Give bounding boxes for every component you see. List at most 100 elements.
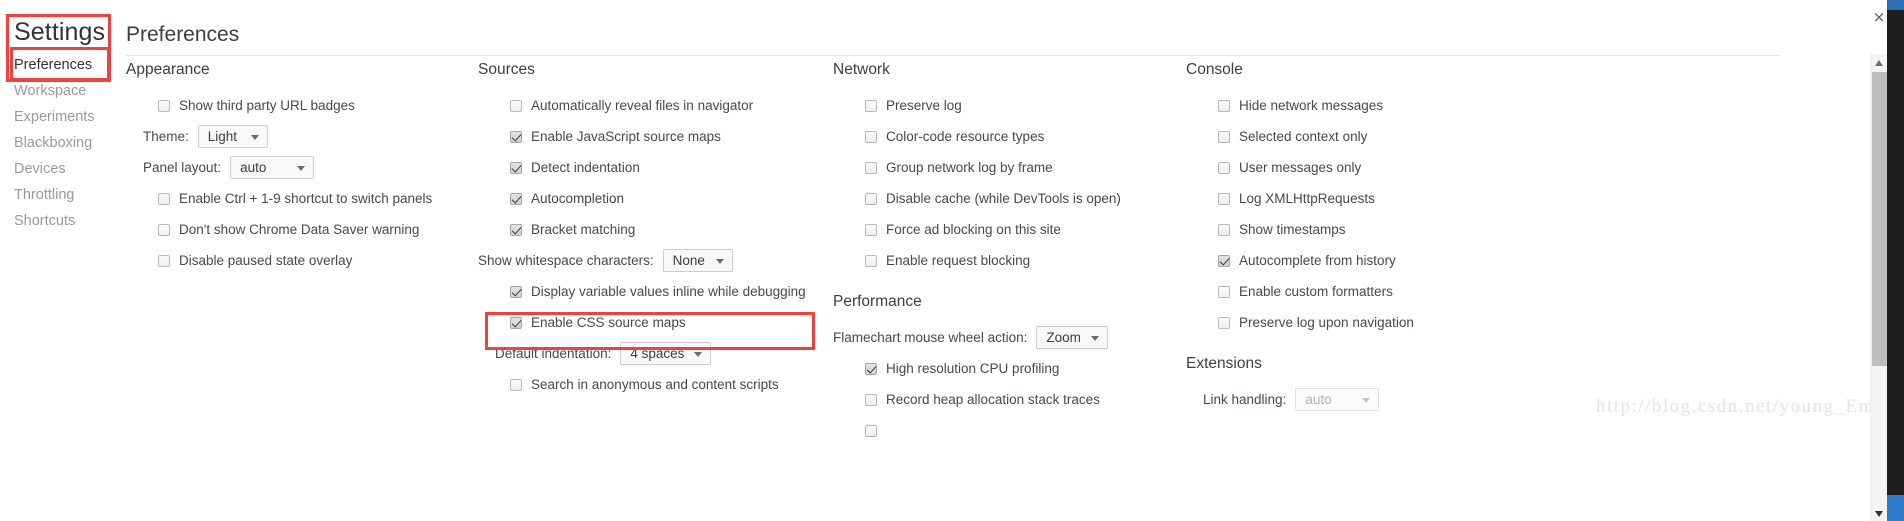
checkbox-detect-indentation[interactable]: [510, 161, 522, 174]
select-link-handling[interactable]: auto: [1295, 388, 1380, 411]
sidebar-item-shortcuts[interactable]: Shortcuts: [14, 208, 118, 234]
setting-search-anonymous-scripts[interactable]: Search in anonymous and content scripts: [478, 369, 828, 400]
checkbox-css-source-maps[interactable]: [510, 316, 522, 329]
checkbox-autocompletion[interactable]: [510, 192, 522, 205]
label-show-third-party-url-badges: Show third party URL badges: [179, 97, 355, 113]
label-flamechart-mouse-wheel-action: Flamechart mouse wheel action:: [833, 330, 1028, 345]
checkbox-disable-cache[interactable]: [865, 192, 877, 205]
setting-force-ad-blocking[interactable]: Force ad blocking on this site: [833, 214, 1178, 245]
sidebar-title: Settings: [14, 18, 106, 46]
setting-user-messages-only[interactable]: User messages only: [1186, 152, 1536, 183]
checkbox-partially-visible[interactable]: [865, 424, 877, 437]
checkbox-preserve-log-upon-navigation[interactable]: [1218, 316, 1230, 329]
setting-link-handling: Link handling: auto: [1186, 384, 1536, 415]
checkbox-show-third-party-url-badges[interactable]: [158, 99, 170, 112]
checkbox-auto-reveal-files[interactable]: [510, 99, 522, 112]
checkbox-disable-paused-state-overlay[interactable]: [158, 254, 170, 267]
preferences-content: Preferences Appearance Show third party …: [118, 0, 1904, 521]
checkbox-selected-context-only[interactable]: [1218, 130, 1230, 143]
checkbox-user-messages-only[interactable]: [1218, 161, 1230, 174]
label-disable-cache: Disable cache (while DevTools is open): [886, 190, 1121, 206]
checkbox-js-source-maps[interactable]: [510, 130, 522, 143]
section-network: Network Preserve log Color-code resource…: [833, 60, 1178, 446]
setting-partially-visible[interactable]: [833, 415, 1178, 446]
checkbox-log-xmlhttprequests[interactable]: [1218, 192, 1230, 205]
setting-dont-show-data-saver-warning[interactable]: Don't show Chrome Data Saver warning: [126, 214, 466, 245]
scroll-down-arrow-icon[interactable]: [1871, 504, 1888, 521]
section-title-performance: Performance: [833, 293, 922, 310]
checkbox-enable-custom-formatters[interactable]: [1218, 285, 1230, 298]
setting-high-resolution-cpu-profiling[interactable]: High resolution CPU profiling: [833, 353, 1178, 384]
checkbox-show-timestamps[interactable]: [1218, 223, 1230, 236]
setting-js-source-maps[interactable]: Enable JavaScript source maps: [478, 121, 828, 152]
checkbox-enable-request-blocking[interactable]: [865, 254, 877, 267]
scroll-up-arrow-icon[interactable]: [1871, 54, 1888, 71]
label-show-timestamps: Show timestamps: [1239, 221, 1346, 237]
setting-selected-context-only[interactable]: Selected context only: [1186, 121, 1536, 152]
section-appearance: Appearance Show third party URL badges T…: [126, 60, 466, 276]
checkbox-group-network-log-by-frame[interactable]: [865, 161, 877, 174]
checkbox-force-ad-blocking[interactable]: [865, 223, 877, 236]
setting-record-heap-allocation-stack-traces[interactable]: Record heap allocation stack traces: [833, 384, 1178, 415]
checkbox-display-inline-values[interactable]: [510, 285, 522, 298]
window-edge-accent-top: [1887, 0, 1904, 10]
setting-panel-layout: Panel layout: auto: [126, 152, 466, 183]
sidebar-item-devices[interactable]: Devices: [14, 156, 118, 182]
setting-autocompletion[interactable]: Autocompletion: [478, 183, 828, 214]
setting-show-third-party-url-badges[interactable]: Show third party URL badges: [126, 90, 466, 121]
setting-css-source-maps[interactable]: Enable CSS source maps: [478, 307, 828, 338]
setting-enable-request-blocking[interactable]: Enable request blocking: [833, 245, 1178, 276]
select-flamechart-mouse-wheel-action[interactable]: Zoom: [1036, 326, 1108, 349]
label-group-network-log-by-frame: Group network log by frame: [886, 159, 1053, 175]
setting-show-timestamps[interactable]: Show timestamps: [1186, 214, 1536, 245]
label-enable-ctrl-shortcut: Enable Ctrl + 1-9 shortcut to switch pan…: [179, 190, 433, 206]
setting-disable-cache[interactable]: Disable cache (while DevTools is open): [833, 183, 1178, 214]
window-right-edge: [1887, 0, 1904, 521]
setting-disable-paused-state-overlay[interactable]: Disable paused state overlay: [126, 245, 466, 276]
label-dont-show-data-saver-warning: Don't show Chrome Data Saver warning: [179, 221, 420, 237]
setting-display-inline-values[interactable]: Display variable values inline while deb…: [478, 276, 828, 307]
setting-bracket-matching[interactable]: Bracket matching: [478, 214, 828, 245]
setting-theme: Theme: Light: [126, 121, 466, 152]
checkbox-high-resolution-cpu-profiling[interactable]: [865, 362, 877, 375]
setting-autocomplete-from-history[interactable]: Autocomplete from history: [1186, 245, 1536, 276]
setting-preserve-log[interactable]: Preserve log: [833, 90, 1178, 121]
checkbox-record-heap-allocation-stack-traces[interactable]: [865, 393, 877, 406]
setting-color-code-resource-types[interactable]: Color-code resource types: [833, 121, 1178, 152]
select-panel-layout[interactable]: auto: [230, 156, 315, 179]
select-theme[interactable]: Light: [197, 125, 268, 148]
sidebar-item-workspace[interactable]: Workspace: [14, 78, 118, 104]
label-search-anonymous-scripts: Search in anonymous and content scripts: [531, 376, 779, 392]
setting-auto-reveal-files[interactable]: Automatically reveal files in navigator: [478, 90, 828, 121]
label-user-messages-only: User messages only: [1239, 159, 1362, 175]
checkbox-search-anonymous-scripts[interactable]: [510, 378, 522, 391]
scrollbar-thumb[interactable]: [1872, 72, 1887, 366]
checkbox-autocomplete-from-history[interactable]: [1218, 254, 1230, 267]
label-enable-custom-formatters: Enable custom formatters: [1239, 283, 1393, 299]
setting-detect-indentation[interactable]: Detect indentation: [478, 152, 828, 183]
checkbox-bracket-matching[interactable]: [510, 223, 522, 236]
setting-hide-network-messages[interactable]: Hide network messages: [1186, 90, 1536, 121]
sidebar-item-experiments[interactable]: Experiments: [14, 104, 118, 130]
checkbox-dont-show-data-saver-warning[interactable]: [158, 223, 170, 236]
checkbox-color-code-resource-types[interactable]: [865, 130, 877, 143]
checkbox-preserve-log[interactable]: [865, 99, 877, 112]
setting-preserve-log-upon-navigation[interactable]: Preserve log upon navigation: [1186, 307, 1536, 338]
setting-log-xmlhttprequests[interactable]: Log XMLHttpRequests: [1186, 183, 1536, 214]
setting-group-network-log-by-frame[interactable]: Group network log by frame: [833, 152, 1178, 183]
checkbox-hide-network-messages[interactable]: [1218, 99, 1230, 112]
setting-default-indentation: Default indentation: 4 spaces: [478, 338, 828, 369]
select-show-whitespace-characters[interactable]: None: [662, 249, 733, 272]
setting-enable-custom-formatters[interactable]: Enable custom formatters: [1186, 276, 1536, 307]
chevron-down-icon: [1090, 335, 1099, 341]
checkbox-enable-ctrl-shortcut[interactable]: [158, 192, 170, 205]
sidebar-item-blackboxing[interactable]: Blackboxing: [14, 130, 118, 156]
sidebar-item-throttling[interactable]: Throttling: [14, 182, 118, 208]
select-link-handling-value: auto: [1305, 392, 1332, 407]
select-default-indentation[interactable]: 4 spaces: [620, 342, 712, 365]
setting-enable-ctrl-shortcut[interactable]: Enable Ctrl + 1-9 shortcut to switch pan…: [126, 183, 466, 214]
vertical-scrollbar[interactable]: [1870, 54, 1887, 521]
label-link-handling: Link handling:: [1203, 392, 1287, 407]
sidebar-item-preferences[interactable]: Preferences: [14, 52, 118, 78]
label-bracket-matching: Bracket matching: [531, 221, 636, 237]
